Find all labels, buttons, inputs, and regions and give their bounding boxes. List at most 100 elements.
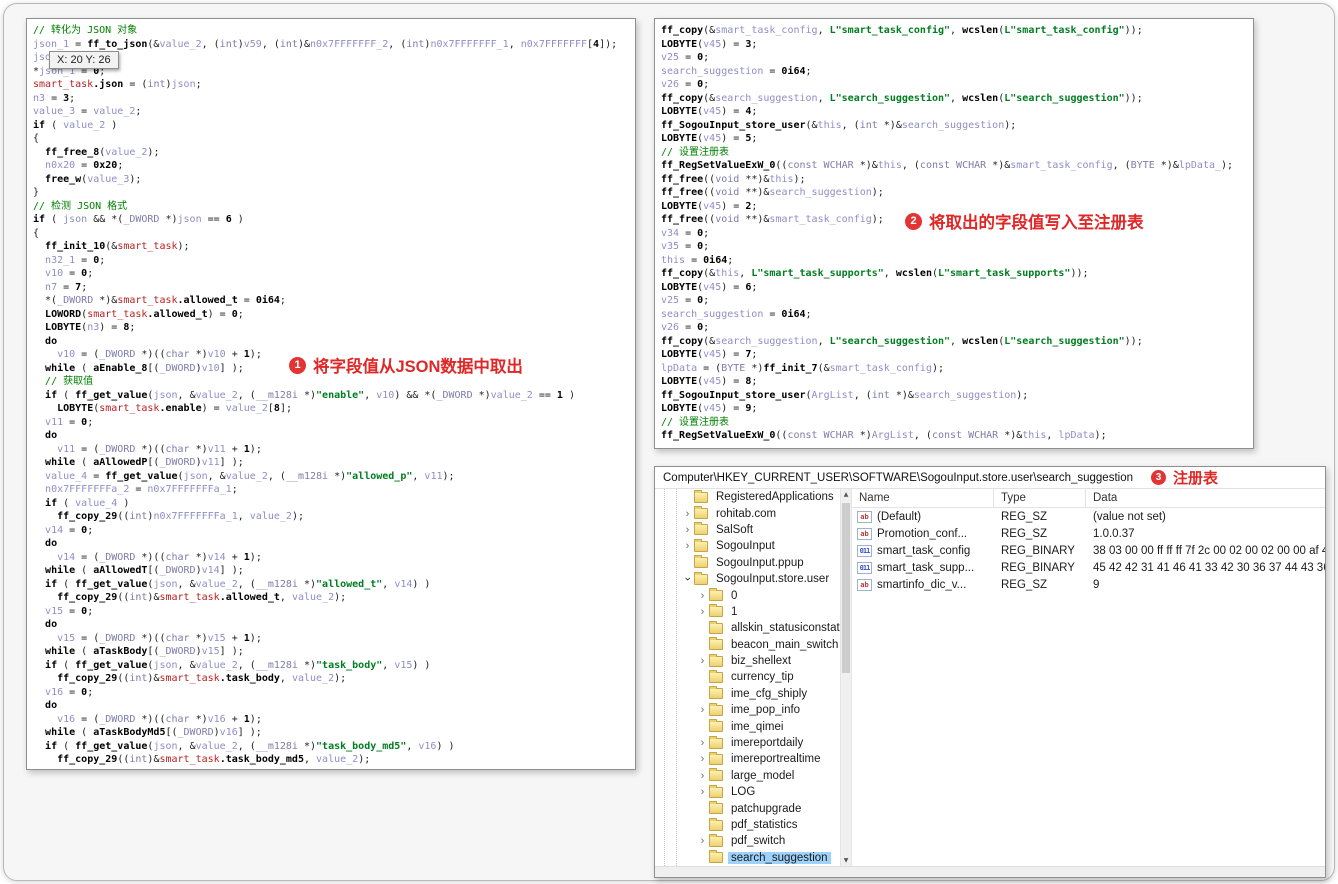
tree-item-SogouInput.ppup[interactable]: SogouInput.ppup <box>655 555 840 571</box>
column-data[interactable]: Data <box>1086 489 1325 507</box>
expander-right-icon[interactable]: › <box>696 787 709 798</box>
code-line: v26 = 0; <box>661 79 710 90</box>
tree-item-allskin_statusiconstatis[interactable]: allskin_statusiconstatis <box>655 620 840 636</box>
tree-item-label[interactable]: SalSoft <box>713 524 756 536</box>
tree-item-label[interactable]: RegisteredApplications <box>713 491 837 503</box>
expander-right-icon[interactable]: › <box>681 524 694 535</box>
tree-item-label[interactable]: biz_shellext <box>728 655 794 667</box>
values-header[interactable]: Name Type Data <box>852 489 1325 508</box>
tree-item-pdf_statistics[interactable]: pdf_statistics <box>655 817 840 833</box>
expander-down-icon[interactable]: › <box>682 573 694 586</box>
tree-item-SogouInput[interactable]: › SogouInput <box>655 538 840 554</box>
tree-item-label[interactable]: beacon_main_switch <box>728 639 840 651</box>
value-row-(Default)[interactable]: ab (Default) REG_SZ (value not set) <box>852 508 1325 525</box>
folder-icon <box>709 719 723 733</box>
expander-right-icon[interactable]: › <box>696 590 709 601</box>
code-line: do <box>45 700 58 711</box>
annotation-2-badge: 2 <box>905 212 922 230</box>
tree-item-label[interactable]: currency_tip <box>728 671 797 683</box>
regedit-bottom-strip <box>655 866 1325 877</box>
tree-scrollbar[interactable]: ▲ ▼ <box>840 489 851 866</box>
tree-item-SogouInput.store.user[interactable]: › SogouInput.store.user <box>655 571 840 587</box>
tree-item-patchupgrade[interactable]: patchupgrade <box>655 800 840 816</box>
tree-item-biz_shellext[interactable]: › biz_shellext <box>655 653 840 669</box>
tree-item-label[interactable]: SogouInput.ppup <box>713 557 807 569</box>
tree-item-LOG[interactable]: › LOG <box>655 784 840 800</box>
code-line: free_w(value_3); <box>45 173 142 185</box>
scroll-up-icon[interactable]: ▲ <box>841 491 851 498</box>
tree-item-label[interactable]: 0 <box>728 590 740 602</box>
value-name-cell: ab Promotion_conf... <box>852 527 994 540</box>
column-type[interactable]: Type <box>994 489 1086 507</box>
tree-item-SalSoft[interactable]: › SalSoft <box>655 522 840 538</box>
tree-item-0[interactable]: › 0 <box>655 587 840 603</box>
expander-right-icon[interactable]: › <box>696 770 709 781</box>
expander-right-icon[interactable]: › <box>681 508 694 519</box>
expander-right-icon[interactable]: › <box>696 754 709 765</box>
value-row-smartinfo_dic_v...[interactable]: ab smartinfo_dic_v... REG_SZ 9 <box>852 576 1325 593</box>
value-type: REG_SZ <box>1001 578 1048 591</box>
tree-item-label[interactable]: ime_qimei <box>728 721 786 733</box>
tree-item-label[interactable]: ime_pop_info <box>728 704 803 716</box>
folder-icon <box>709 751 723 765</box>
value-row-smart_task_config[interactable]: 011 smart_task_config REG_BINARY 38 03 00 0… <box>852 542 1325 559</box>
tree-item-ime_pop_info[interactable]: › ime_pop_info <box>655 702 840 718</box>
expander-right-icon[interactable]: › <box>681 541 694 552</box>
tree-item-currency_tip[interactable]: currency_tip <box>655 669 840 685</box>
tree-item-label[interactable]: ime_cfg_shiply <box>728 688 810 700</box>
value-data: 1.0.0.37 <box>1093 527 1135 540</box>
expander-right-icon[interactable]: › <box>696 705 709 716</box>
code-line: do <box>45 619 58 630</box>
tree-item-label[interactable]: search_suggestion <box>728 851 831 864</box>
folder-icon <box>709 604 723 618</box>
tree-item-label[interactable]: SogouInput <box>713 540 778 552</box>
tree-item-label[interactable]: imereportrealtime <box>728 753 823 765</box>
tree-item-search_suggestion[interactable]: search_suggestion <box>655 850 840 866</box>
code-line: jso <box>33 52 52 63</box>
expander-right-icon[interactable]: › <box>696 738 709 749</box>
tree-item-ime_cfg_shiply[interactable]: ime_cfg_shiply <box>655 686 840 702</box>
tree-item-large_model[interactable]: › large_model <box>655 768 840 784</box>
tree-item-label[interactable]: pdf_statistics <box>728 819 800 831</box>
tree-item-label[interactable]: 1 <box>728 606 740 618</box>
tree-item-label[interactable]: pdf_switch <box>728 835 788 847</box>
tree-item-imereportrealtime[interactable]: › imereportrealtime <box>655 751 840 767</box>
regedit-address-bar[interactable]: Computer\HKEY_CURRENT_USER\SOFTWARE\Sogo… <box>655 467 1325 489</box>
expander-right-icon[interactable]: › <box>696 656 709 667</box>
folder-icon <box>709 620 723 634</box>
tree-item-beacon_main_switch[interactable]: beacon_main_switch <box>655 637 840 653</box>
code-line: ff_copy(&search_suggestion, L"search_sug… <box>661 92 1143 104</box>
tree-item-pdf_switch[interactable]: › pdf_switch <box>655 833 840 849</box>
scrollbar-thumb[interactable] <box>842 503 850 673</box>
scroll-down-icon[interactable]: ▼ <box>841 857 851 864</box>
tree-item-label[interactable]: allskin_statusiconstatis <box>728 622 840 634</box>
folder-icon <box>709 817 723 831</box>
tree-item-RegisteredApplications[interactable]: RegisteredApplications <box>655 489 840 505</box>
expander-right-icon[interactable]: › <box>696 606 709 617</box>
code-line: json_1 = ff_to_json(&value_2, (int)v59, … <box>33 38 618 50</box>
tree-item-label[interactable]: patchupgrade <box>728 803 804 815</box>
tree-item-imereportdaily[interactable]: › imereportdaily <box>655 735 840 751</box>
code-line: *json_1 = 0; <box>33 65 106 77</box>
tree-item-label[interactable]: large_model <box>728 770 797 782</box>
tree-item-1[interactable]: › 1 <box>655 604 840 620</box>
folder-icon <box>709 669 723 683</box>
code-line: if ( json && *(_DWORD *)json == 6 ) <box>33 214 244 225</box>
value-type: REG_BINARY <box>1001 561 1075 574</box>
registry-tree: RegisteredApplications › rohitab.com › SalSo… <box>655 489 840 866</box>
tree-item-label[interactable]: imereportdaily <box>728 737 806 749</box>
tree-item-rohitab.com[interactable]: › rohitab.com <box>655 505 840 521</box>
tree-item-ime_qimei[interactable]: ime_qimei <box>655 718 840 734</box>
value-row-smart_task_supp...[interactable]: 011 smart_task_supp... REG_BINARY 45 42 42 … <box>852 559 1325 576</box>
expander-right-icon[interactable]: › <box>696 836 709 847</box>
column-name[interactable]: Name <box>852 489 994 507</box>
tree-item-label[interactable]: SogouInput.store.user <box>713 573 832 585</box>
value-row-Promotion_conf...[interactable]: ab Promotion_conf... REG_SZ 1.0.0.37 <box>852 525 1325 542</box>
folder-icon <box>709 735 723 749</box>
tree-item-label[interactable]: rohitab.com <box>713 508 779 520</box>
tree-item-label[interactable]: LOG <box>728 786 758 798</box>
